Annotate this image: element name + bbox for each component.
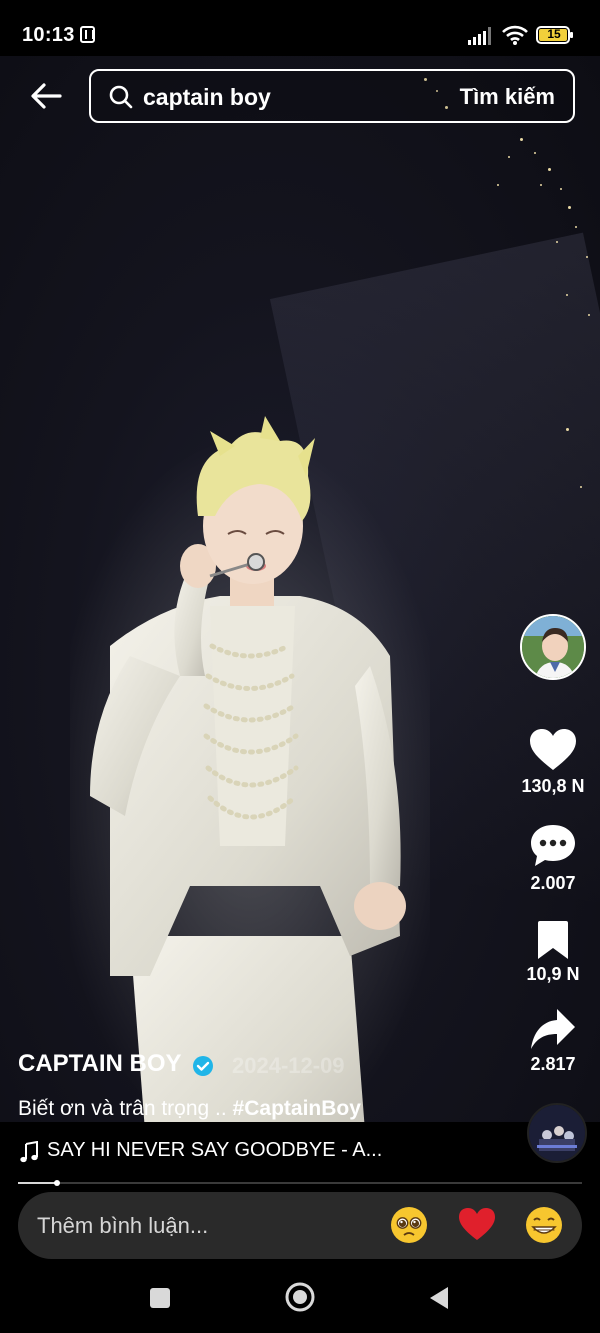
signal-icon [468, 27, 491, 45]
music-disc-thumbnail[interactable] [527, 1103, 587, 1163]
home-icon[interactable] [285, 1282, 315, 1312]
like-action[interactable]: 130,8 N [506, 728, 600, 797]
bookmark-icon [538, 921, 568, 959]
bookmark-count: 10,9 N [526, 964, 580, 984]
system-back-icon[interactable] [428, 1286, 450, 1310]
creator-avatar[interactable] [520, 614, 586, 680]
hashtag-link[interactable]: #CaptainBoy [233, 1097, 361, 1120]
video-progress-fill [18, 1182, 58, 1184]
grinning-face-emoji-icon[interactable] [525, 1206, 563, 1244]
search-bar[interactable]: captain boy Tìm kiếm [89, 69, 575, 123]
comment-placeholder: Thêm bình luận... [37, 1213, 209, 1238]
pleading-face-emoji-icon[interactable] [390, 1206, 428, 1244]
share-count: 2.817 [530, 1054, 576, 1074]
status-time: 10:13 [22, 24, 75, 46]
share-action[interactable]: 2.817 [506, 1008, 600, 1075]
recent-apps-icon[interactable] [150, 1288, 170, 1308]
search-submit-button[interactable]: Tìm kiếm [460, 84, 555, 110]
red-heart-emoji-icon[interactable] [458, 1206, 496, 1244]
comment-input[interactable]: Thêm bình luận... [18, 1192, 582, 1259]
music-note-icon [20, 1141, 38, 1163]
nfc-icon [80, 26, 95, 43]
search-icon [109, 85, 133, 109]
status-bar: 10:13 15 [0, 0, 600, 56]
post-caption[interactable]: Biết ơn và trân trọng .. #CaptainBoy [18, 1097, 361, 1121]
music-title[interactable]: SAY HI NEVER SAY GOODBYE - A... [47, 1139, 382, 1162]
verified-badge-icon [193, 1056, 213, 1076]
like-count: 130,8 N [521, 776, 585, 796]
share-arrow-icon [531, 1009, 575, 1049]
battery-level: 15 [547, 27, 561, 41]
video-progress-bar[interactable] [18, 1180, 582, 1186]
bookmark-action[interactable]: 10,9 N [506, 920, 600, 985]
comment-action[interactable]: 2.007 [506, 823, 600, 894]
wifi-icon [502, 25, 528, 45]
search-input[interactable]: captain boy [143, 84, 271, 111]
post-date: 2024-12-09 [232, 1053, 345, 1078]
author-name[interactable]: CAPTAIN BOY [18, 1050, 182, 1078]
video-progress-knob[interactable] [54, 1180, 61, 1186]
album-art [529, 1105, 585, 1161]
heart-icon [530, 729, 576, 770]
comment-count: 2.007 [530, 873, 576, 893]
comment-bubble-icon [531, 825, 575, 866]
back-arrow-icon[interactable] [28, 80, 64, 112]
caption-text: Biết ơn và trân trọng .. [18, 1097, 233, 1120]
